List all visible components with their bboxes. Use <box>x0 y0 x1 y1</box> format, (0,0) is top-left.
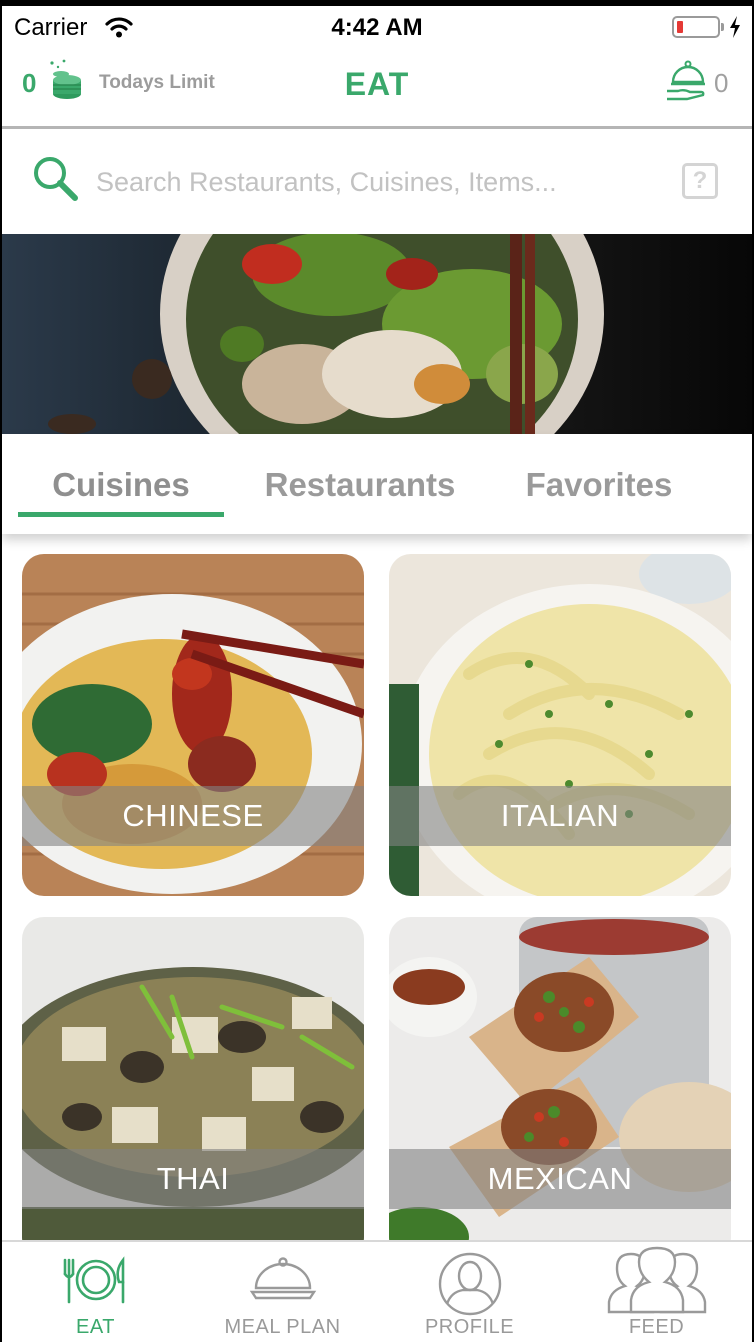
tabbar-label: PROFILE <box>424 1316 515 1338</box>
search-input[interactable] <box>96 162 656 202</box>
cuisine-label: CHINESE <box>122 798 264 833</box>
cuisine-card-mexican[interactable]: MEXICAN <box>389 917 731 1240</box>
help-icon[interactable]: ? <box>682 163 718 199</box>
bottom-tab-bar: EAT MEAL PLAN PROFILE FEED <box>2 1240 752 1342</box>
battery-icon <box>672 16 720 38</box>
search-bar: ? <box>2 129 752 233</box>
search-icon[interactable] <box>30 153 82 205</box>
cuisine-label: MEXICAN <box>487 1161 633 1196</box>
tab-restaurants[interactable]: Restaurants <box>252 466 468 504</box>
salad-bowl-image <box>2 234 752 434</box>
app-screen: Carrier 4:42 AM 0 Todays Limit EAT 0 Sea… <box>2 6 752 1342</box>
cuisine-label: THAI <box>156 1161 230 1196</box>
tabbar-label: FEED <box>628 1316 685 1338</box>
tab-favorites[interactable]: Favorites <box>496 466 702 504</box>
tabbar-item-eat[interactable]: EAT <box>2 1242 189 1342</box>
hero-banner <box>2 234 752 434</box>
app-header: 0 Todays Limit EAT 0 <box>2 46 752 126</box>
cuisine-label: ITALIAN <box>500 798 620 833</box>
cuisine-card-chinese[interactable]: CHINESE <box>22 554 364 896</box>
active-tab-indicator <box>18 512 224 517</box>
tabbar-item-profile[interactable]: PROFILE <box>376 1242 563 1342</box>
group-icon <box>607 1246 706 1314</box>
cart-count: 0 <box>714 68 729 98</box>
cuisine-card-thai[interactable]: THAI <box>22 917 364 1240</box>
cloche-icon <box>249 1257 316 1300</box>
tabbar-item-meal-plan[interactable]: MEAL PLAN <box>189 1242 376 1342</box>
cuisine-card-italian[interactable]: ITALIAN <box>389 554 731 896</box>
person-icon <box>438 1252 501 1316</box>
battery-nub <box>721 23 724 31</box>
page-title: EAT <box>344 66 410 102</box>
plate-fork-knife-icon <box>63 1256 124 1304</box>
clock: 4:42 AM <box>331 14 423 41</box>
tabbar-label: EAT <box>76 1316 115 1338</box>
category-tabs: Cuisines Restaurants Favorites <box>2 434 752 534</box>
tab-cuisines[interactable]: Cuisines <box>18 466 224 504</box>
charging-icon <box>730 16 740 38</box>
status-bar: Carrier 4:42 AM <box>2 6 752 46</box>
tabbar-item-feed[interactable]: FEED <box>563 1242 750 1342</box>
cuisine-grid: CHINESE ITALIAN THAI MEXICAN <box>2 534 752 1240</box>
cloche-cart-icon[interactable] <box>664 58 710 104</box>
tabbar-label: MEAL PLAN <box>224 1316 341 1338</box>
